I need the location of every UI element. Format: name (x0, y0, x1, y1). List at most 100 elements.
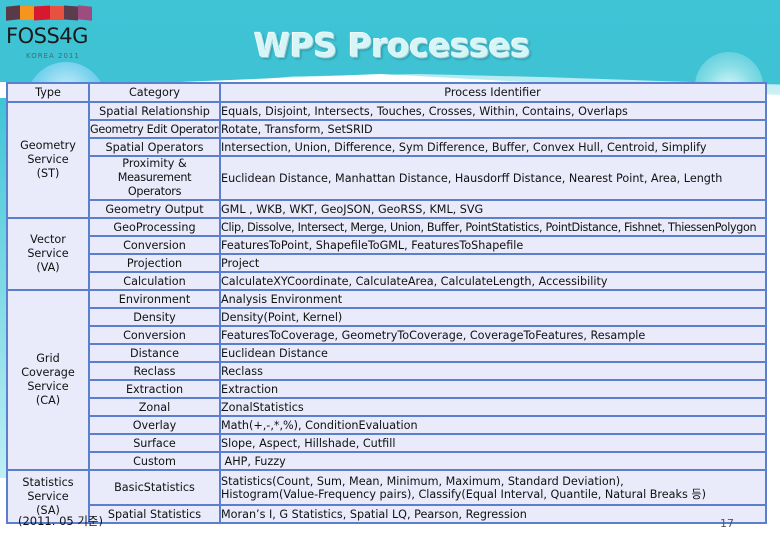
category-cell: Spatial Relationship (88, 101, 221, 121)
table-header-row: Type Category Process Identifier (6, 82, 767, 103)
category-cell: Projection (88, 253, 221, 273)
process-cell: Rotate, Transform, SetSRID (219, 119, 767, 139)
category-cell: Density (88, 307, 221, 327)
table-row: Conversion FeaturesToCoverage, GeometryT… (7, 325, 767, 345)
page-number: 17 (720, 517, 734, 530)
logo-block (64, 5, 78, 21)
table-row: Distance Euclidean Distance (7, 343, 767, 363)
logo-block (50, 6, 64, 20)
type-line: (ST) (36, 167, 60, 180)
table-row: Grid Coverage Service (CA) Environment A… (6, 289, 767, 471)
type-line: Service (27, 247, 69, 260)
table-row: Custom AHP, Fuzzy (7, 451, 767, 471)
category-cell: Calculation (88, 271, 221, 291)
process-line: Statistics(Count, Sum, Mean, Minimum, Ma… (221, 474, 624, 488)
process-cell: GML , WKB, WKT, GeoJSON, GeoRSS, KML, SV… (219, 199, 767, 219)
type-line: Statistics (22, 475, 74, 489)
process-cell: Extraction (219, 379, 767, 399)
process-cell: Intersection, Union, Difference, Sym Dif… (219, 137, 767, 157)
logo-block (78, 5, 92, 21)
category-cell: Conversion (88, 325, 221, 345)
table-row: Conversion FeaturesToPoint, ShapefileToG… (7, 235, 767, 255)
process-cell: Project (219, 253, 767, 273)
category-cell: Zonal (88, 397, 221, 417)
process-cell: AHP, Fuzzy (219, 451, 767, 471)
table-row: Geometry Edit Operators Rotate, Transfor… (7, 119, 767, 139)
wps-processes-table: Type Category Process Identifier Geometr… (6, 82, 767, 524)
table-row: Projection Project (7, 253, 767, 273)
type-line: Vector (30, 233, 66, 246)
type-line: (CA) (35, 394, 61, 407)
process-cell: Slope, Aspect, Hillshade, Cutfill (219, 433, 767, 453)
logo-color-blocks-icon (6, 5, 94, 22)
process-cell: Equals, Disjoint, Intersects, Touches, C… (219, 101, 767, 121)
foss4g-logo: FOSS4G KOREA 2011 (4, 4, 96, 62)
process-cell: Analysis Environment (219, 289, 767, 309)
table-row: Geometry Output GML , WKB, WKT, GeoJSON,… (7, 199, 767, 219)
process-cell: Clip, Dissolve, Intersect, Merge, Union,… (219, 217, 767, 237)
logo-block (20, 6, 34, 20)
category-cell: Extraction (88, 379, 221, 399)
table-row: Geometry Service (ST) Spatial Relationsh… (6, 101, 767, 219)
category-cell: Environment (88, 289, 221, 309)
type-cell-vector: Vector Service (VA) (6, 217, 90, 291)
category-cell: Reclass (88, 361, 221, 381)
category-line: Measurement Operators (117, 171, 192, 198)
header-type: Type (6, 82, 90, 103)
process-cell: Moran’s I, G Statistics, Spatial LQ, Pea… (219, 504, 767, 524)
process-cell: CalculateXYCoordinate, CalculateArea, Ca… (219, 271, 767, 291)
category-cell: Conversion (88, 235, 221, 255)
type-line: Coverage (21, 366, 75, 379)
logo-name: FOSS4G (6, 24, 88, 48)
table-row: Spatial Statistics Moran’s I, G Statisti… (7, 504, 767, 524)
type-cell-grid-coverage: Grid Coverage Service (CA) (6, 289, 90, 471)
process-cell: ZonalStatistics (219, 397, 767, 417)
slide-title: WPS Processes (254, 26, 530, 65)
table-row: Zonal ZonalStatistics (7, 397, 767, 417)
category-cell: Surface (88, 433, 221, 453)
process-cell: Euclidean Distance, Manhattan Distance, … (219, 155, 767, 201)
type-cell-geometry: Geometry Service (ST) (6, 101, 90, 219)
type-line: Service (27, 153, 69, 166)
header-process-identifier: Process Identifier (219, 82, 767, 103)
process-line: Histogram(Value-Frequency pairs), Classi… (221, 487, 707, 501)
category-cell: Overlay (88, 415, 221, 435)
table-row: Overlay Math(+,-,*,%), ConditionEvaluati… (7, 415, 767, 435)
table-row: Density Density(Point, Kernel) (7, 307, 767, 327)
logo-subtitle: KOREA 2011 (26, 52, 80, 60)
logo-block (6, 5, 20, 21)
process-cell: Density(Point, Kernel) (219, 307, 767, 327)
type-line: (VA) (36, 261, 60, 274)
process-cell: FeaturesToCoverage, GeometryToCoverage, … (219, 325, 767, 345)
table-row: Reclass Reclass (7, 361, 767, 381)
header-category: Category (88, 82, 221, 103)
footnote-date: (2011. 05 기준) (18, 514, 103, 528)
category-cell: Geometry Output (88, 199, 221, 219)
category-cell: GeoProcessing (88, 217, 221, 237)
table-row: Proximity & Measurement Operators Euclid… (7, 155, 767, 201)
table-row: Statistics Service (SA) BasicStatistics … (6, 469, 767, 524)
type-line: Geometry (20, 139, 76, 152)
process-cell: Math(+,-,*,%), ConditionEvaluation (219, 415, 767, 435)
process-cell: FeaturesToPoint, ShapefileToGML, Feature… (219, 235, 767, 255)
process-cell: Statistics(Count, Sum, Mean, Minimum, Ma… (219, 469, 767, 506)
category-cell: Proximity & Measurement Operators (88, 155, 221, 201)
type-line: Grid (36, 352, 60, 365)
table-row: Spatial Operators Intersection, Union, D… (7, 137, 767, 157)
category-cell: Custom (88, 451, 221, 471)
process-cell: Euclidean Distance (219, 343, 767, 363)
type-line: Service (27, 489, 69, 503)
logo-block (34, 5, 50, 21)
type-line: Service (27, 380, 69, 393)
category-cell: Geometry Edit Operators (88, 119, 221, 139)
category-cell: Spatial Operators (88, 137, 221, 157)
category-line: Proximity & (122, 157, 187, 170)
category-cell: Distance (88, 343, 221, 363)
table-row: Vector Service (VA) GeoProcessing Clip, … (6, 217, 767, 291)
table-row: Surface Slope, Aspect, Hillshade, Cutfil… (7, 433, 767, 453)
table-row: Extraction Extraction (7, 379, 767, 399)
category-cell: BasicStatistics (88, 469, 221, 506)
category-cell: Spatial Statistics (88, 504, 221, 524)
process-cell: Reclass (219, 361, 767, 381)
table-row: Calculation CalculateXYCoordinate, Calcu… (7, 271, 767, 291)
